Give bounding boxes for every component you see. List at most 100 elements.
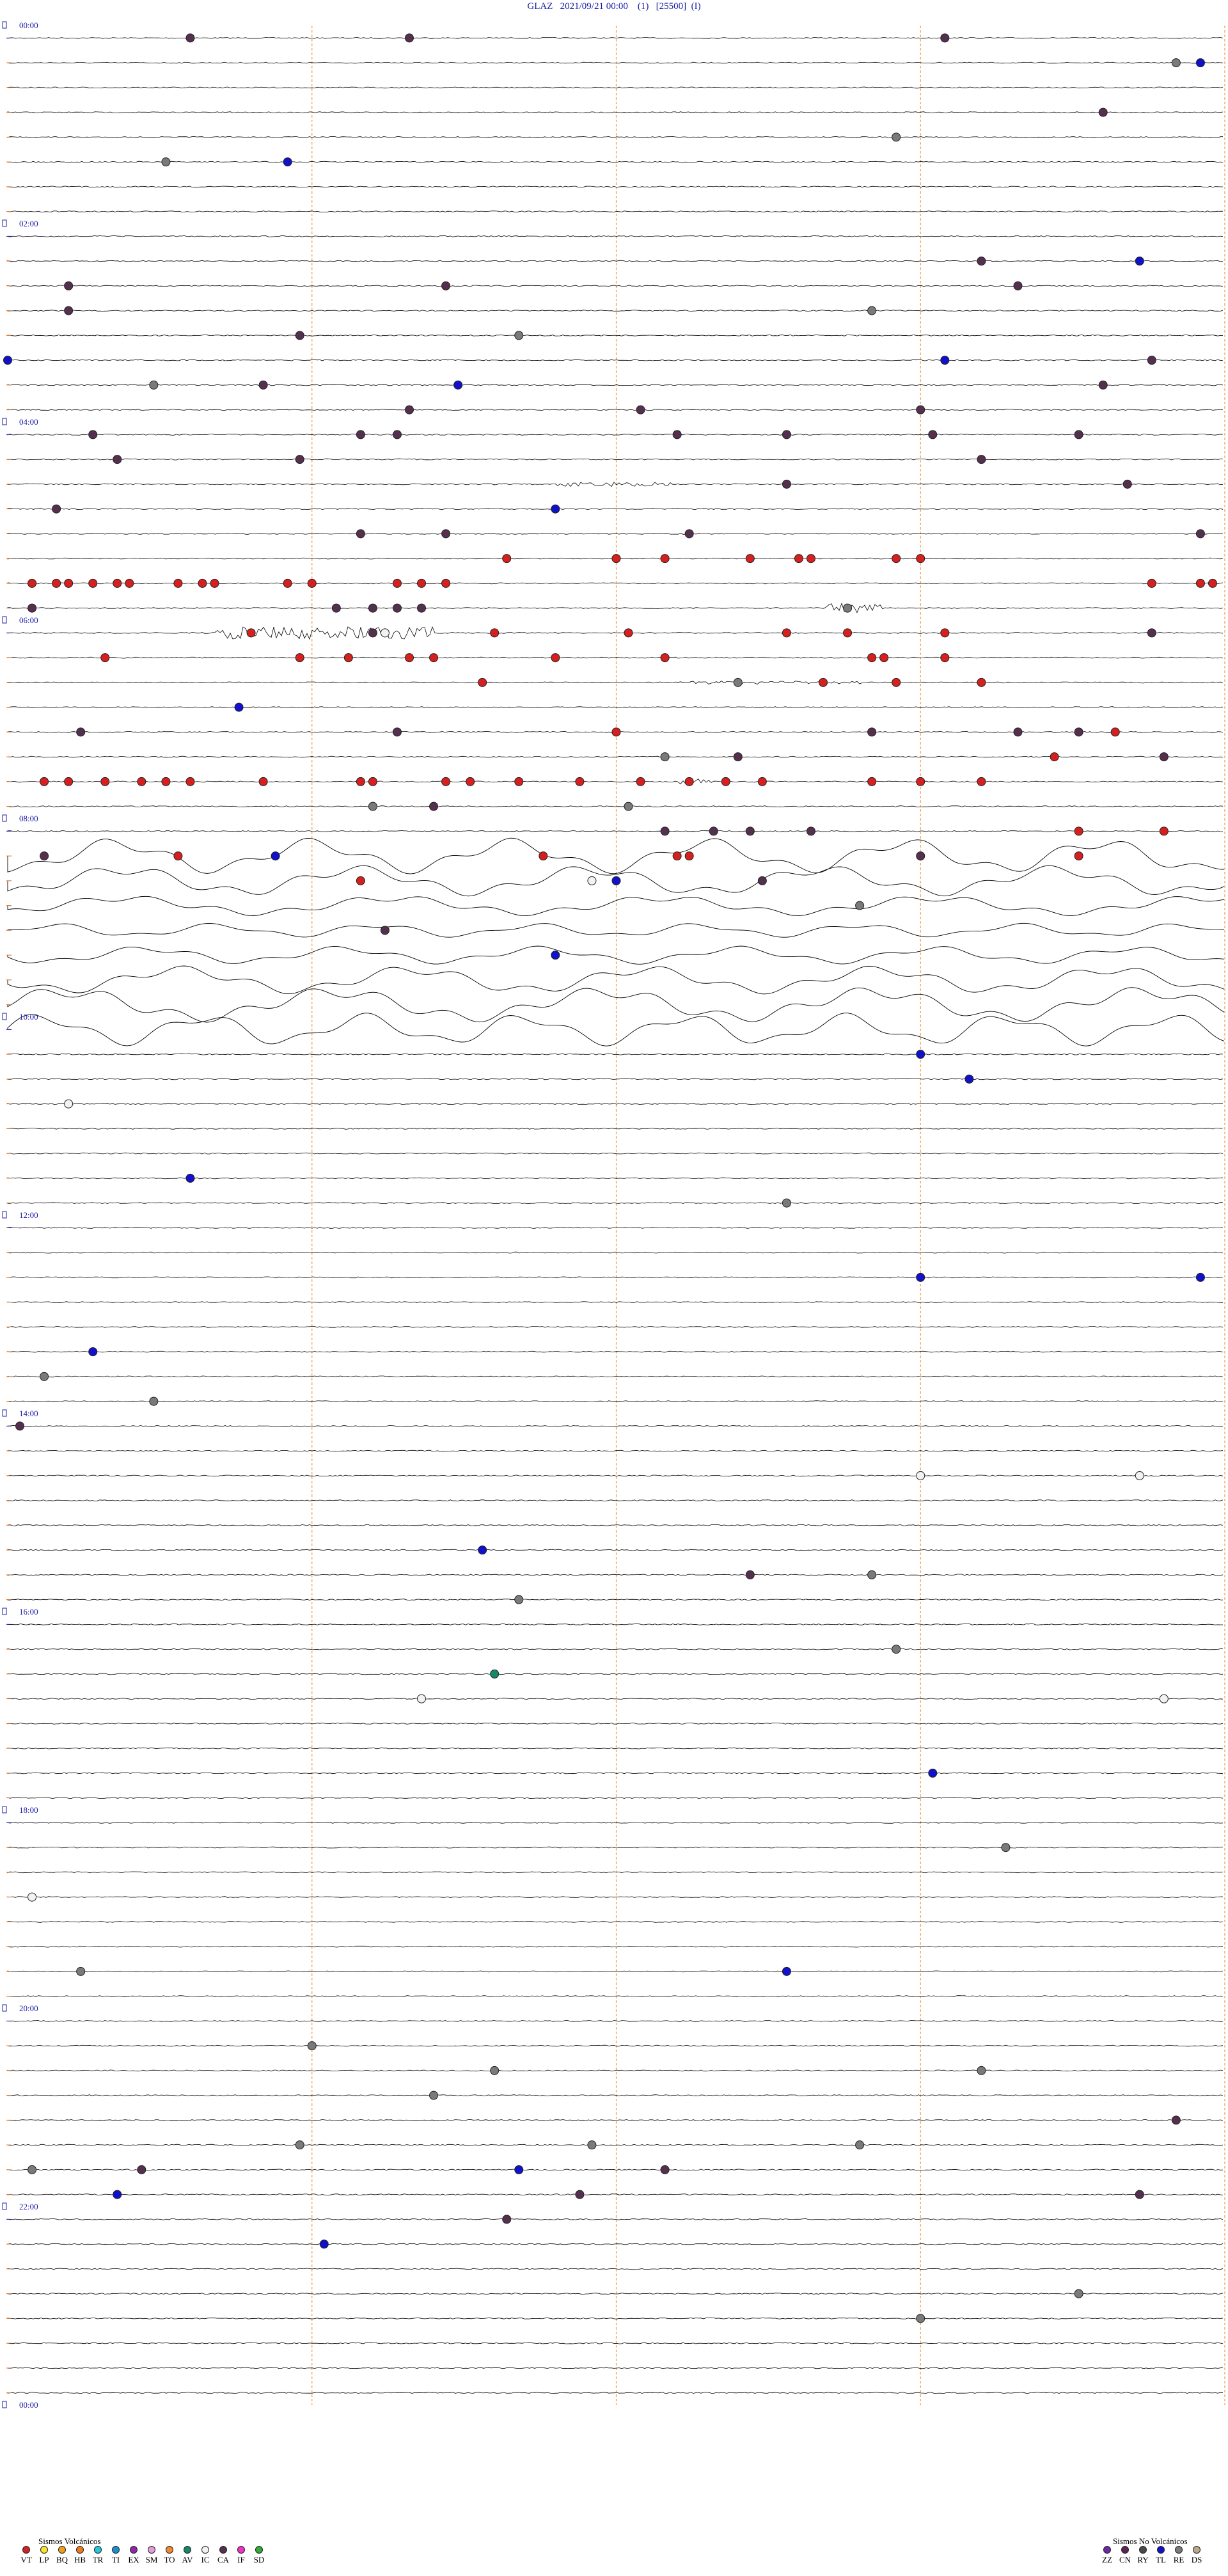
legend-item-zz: ZZ: [1100, 2546, 1114, 2565]
event-marker-vt: [892, 554, 901, 564]
event-marker-vt: [392, 578, 402, 588]
trace-row: [7, 161, 1224, 163]
event-marker-ca: [660, 826, 670, 836]
event-marker-tl: [271, 851, 280, 861]
legend-code: VT: [20, 2555, 32, 2564]
trace-row: [7, 582, 1224, 585]
event-marker-tl: [551, 504, 560, 514]
event-marker-vt: [125, 578, 134, 588]
event-marker-ca: [356, 529, 365, 539]
event-marker-ca: [1171, 2115, 1181, 2125]
legend-item-to: TO: [162, 2546, 177, 2565]
legend-item-cn: CN: [1118, 2546, 1132, 2565]
event-marker-re: [892, 1645, 901, 1654]
legend-code: TI: [111, 2555, 120, 2564]
legend-item-sm: SM: [145, 2546, 159, 2565]
legend-item-tl: TL: [1154, 2546, 1168, 2565]
trace-row: [7, 1648, 1224, 1650]
event-marker-vt: [1074, 851, 1083, 861]
event-marker-vt: [404, 653, 414, 663]
trace-row: [7, 1772, 1224, 1774]
legend-item-sd: SD: [252, 2546, 266, 2565]
helicorder-plot: 00:00 02:00 04:00 06:00 08:00 10:00 12:00 14:00…: [2, 20, 1225, 2410]
event-marker-ic: [1135, 1471, 1144, 1480]
legend-code: TO: [164, 2555, 175, 2564]
event-marker-ca: [368, 603, 377, 613]
event-marker-vt: [721, 777, 730, 786]
event-marker-vt: [794, 554, 803, 564]
event-marker-ca: [295, 331, 304, 340]
trace-row: [7, 1301, 1224, 1303]
event-marker-ca: [709, 826, 718, 836]
hour-marker-box: [2, 2202, 7, 2210]
event-marker-re: [855, 2140, 865, 2150]
trace-row: [7, 1723, 1224, 1725]
event-marker-vt: [539, 851, 548, 861]
event-marker-ic: [64, 1099, 74, 1109]
legend-item-ca: CA: [216, 2546, 230, 2565]
trace-row: [7, 2243, 1224, 2245]
trace-row: [7, 61, 1224, 64]
event-marker-re: [295, 2140, 304, 2150]
legend-dot: [1193, 2546, 1200, 2554]
legend-nonvolcanic: ZZ CN RY TL RE DS: [1100, 2546, 1204, 2565]
legend-dot: [148, 2546, 155, 2554]
event-marker-vt: [1110, 727, 1120, 737]
event-marker-vt: [806, 554, 815, 564]
legend-item-tr: TR: [91, 2546, 105, 2565]
event-marker-tl: [453, 380, 463, 390]
trace-row: [7, 458, 1223, 461]
event-marker-re: [514, 1595, 524, 1604]
trace-row: [7, 533, 1224, 535]
event-marker-vt: [867, 777, 877, 786]
trace-row: [7, 2020, 1224, 2022]
hour-label: 10:00: [19, 1012, 38, 1022]
event-marker-tl: [88, 1347, 98, 1357]
trace-row: [7, 1797, 1224, 1799]
event-marker-re: [916, 2314, 925, 2323]
legend-code: DS: [1191, 2555, 1202, 2564]
event-marker-vt: [113, 578, 122, 588]
trace-row: [7, 2069, 1224, 2072]
event-marker-ca: [636, 405, 645, 415]
hour-label: 12:00: [19, 1210, 38, 1220]
trace-row: [7, 2342, 1224, 2344]
trace-row: [7, 1375, 1224, 1378]
legend-code: TL: [1156, 2555, 1166, 2564]
trace-row: [7, 1995, 1224, 1997]
hour-marker-box: [2, 2401, 7, 2408]
event-marker-vt: [819, 677, 828, 687]
event-marker-re: [733, 677, 743, 687]
hour-marker-box: [2, 418, 7, 425]
event-marker-re: [514, 331, 524, 340]
event-marker-tl: [283, 157, 292, 167]
event-marker-ic: [417, 1694, 427, 1703]
trace-row: [7, 626, 1224, 640]
event-marker-tl: [964, 1074, 974, 1084]
trace-row: [7, 1945, 1224, 1948]
trace-row: [7, 1499, 1224, 1501]
hour-label: 18:00: [19, 1805, 38, 1815]
event-marker-re: [368, 802, 377, 811]
event-marker-ca: [575, 2190, 585, 2199]
hour-label: 08:00: [19, 814, 38, 823]
trace-row: [7, 1326, 1224, 1328]
event-marker-re: [76, 1966, 86, 1976]
trace-row: [7, 656, 1224, 659]
legend-dot: [201, 2546, 209, 2554]
trace-row: [7, 1128, 1224, 1130]
legend-code: IC: [201, 2555, 210, 2564]
event-marker-ca: [52, 504, 61, 514]
event-marker-ca: [76, 727, 86, 737]
event-marker-tl: [478, 1545, 487, 1555]
event-marker-re: [307, 2041, 317, 2051]
event-marker-re: [1001, 1843, 1011, 1853]
event-marker-ca: [441, 529, 451, 539]
event-marker-tl: [319, 2240, 329, 2249]
legend-dot: [1139, 2546, 1147, 2554]
event-marker-vt: [757, 777, 767, 786]
trace-row: [7, 508, 1224, 510]
legend-item-ic: IC: [198, 2546, 212, 2565]
trace-row: [7, 1078, 1224, 1080]
trace-row: [7, 1474, 1224, 1477]
